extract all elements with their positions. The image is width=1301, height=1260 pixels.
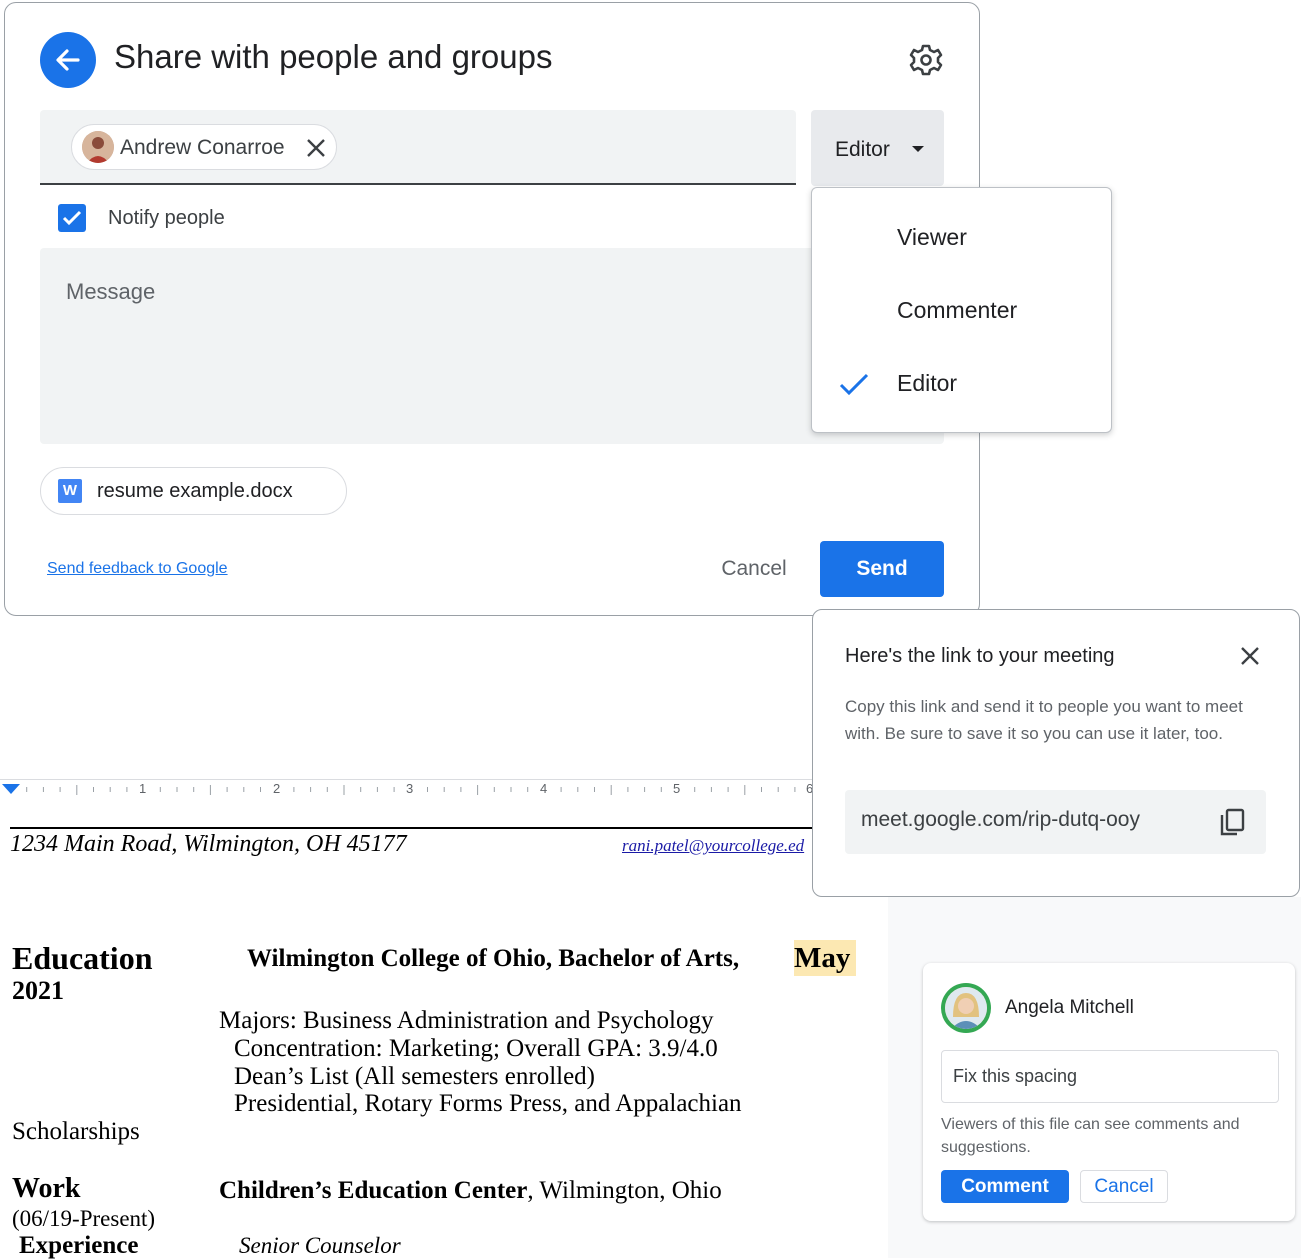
- work-organization: Children’s Education Center, Wilmington,…: [219, 1177, 722, 1205]
- checkmark-icon: [62, 210, 82, 226]
- doc-address: 1234 Main Road, Wilmington, OH 45177: [10, 831, 407, 857]
- menu-item-editor[interactable]: Editor: [897, 370, 957, 397]
- education-school: Wilmington College of Ohio, Bachelor of …: [247, 945, 740, 972]
- notify-people-checkbox[interactable]: [58, 204, 86, 232]
- copy-icon[interactable]: [1218, 806, 1248, 838]
- meeting-link-text: meet.google.com/rip-dutq-ooy: [861, 808, 1140, 831]
- selected-check-icon: [838, 370, 870, 398]
- recipient-avatar: [82, 131, 114, 163]
- highlighted-comment-text[interactable]: May: [794, 940, 856, 976]
- indent-marker-icon[interactable]: [2, 784, 20, 794]
- menu-item-commenter[interactable]: Commenter: [897, 297, 1017, 324]
- education-line: Concentration: Marketing; Overall GPA: 3…: [234, 1035, 718, 1062]
- work-org-name: Children’s Education Center: [219, 1177, 528, 1204]
- meeting-popup-body: Copy this link and send it to people you…: [845, 697, 1243, 743]
- dialog-title: Share with people and groups: [114, 38, 553, 75]
- doc-email-link[interactable]: rani.patel@yourcollege.ed: [622, 836, 804, 856]
- arrow-back-icon: [56, 49, 80, 71]
- ruler-number: 1: [139, 781, 147, 796]
- education-year: 2021: [12, 976, 64, 1005]
- message-placeholder: Message: [66, 279, 156, 304]
- settings-gear-icon[interactable]: [906, 40, 946, 80]
- send-button[interactable]: Send: [820, 541, 944, 597]
- ruler-number: 3: [406, 781, 414, 796]
- comment-cancel-button[interactable]: Cancel: [1080, 1170, 1168, 1203]
- ruler-number: 5: [673, 781, 681, 796]
- attachment-name: resume example.docx: [97, 480, 293, 502]
- work-org-location: , Wilmington, Ohio: [527, 1177, 722, 1204]
- notify-people-label: Notify people: [108, 207, 225, 229]
- education-line: Scholarships: [12, 1118, 140, 1145]
- ruler-number: 4: [540, 781, 548, 796]
- menu-item-viewer[interactable]: Viewer: [897, 224, 967, 251]
- education-line: Presidential, Rotary Forms Press, and Ap…: [234, 1090, 742, 1117]
- experience-heading: Experience: [19, 1232, 139, 1259]
- recipient-name: Andrew Conarroe: [120, 136, 285, 159]
- ruler-number: 2: [273, 781, 281, 796]
- close-icon[interactable]: [1238, 644, 1262, 668]
- work-heading: Work: [12, 1173, 81, 1204]
- commenter-name: Angela Mitchell: [1005, 997, 1134, 1018]
- commenter-photo: [945, 987, 987, 1029]
- caret-down-icon: [912, 146, 924, 152]
- word-document-icon: W: [58, 479, 82, 503]
- education-heading: Education: [12, 940, 153, 976]
- comment-submit-button[interactable]: Comment: [941, 1170, 1069, 1203]
- comment-input-value: Fix this spacing: [953, 1066, 1078, 1086]
- comment-visibility-note: Viewers of this file can see comments an…: [941, 1116, 1240, 1156]
- cancel-button[interactable]: Cancel: [700, 548, 808, 592]
- back-button[interactable]: [40, 32, 96, 88]
- role-dropdown-label: Editor: [835, 138, 890, 161]
- work-role: Senior Counselor: [239, 1233, 401, 1258]
- remove-recipient-close-icon[interactable]: [305, 137, 327, 159]
- header-divider: [10, 827, 812, 829]
- message-textarea[interactable]: [40, 248, 944, 444]
- send-feedback-link[interactable]: Send feedback to Google: [47, 560, 228, 578]
- work-dates: (06/19-Present): [12, 1206, 156, 1231]
- education-line: Dean’s List (All semesters enrolled): [234, 1063, 596, 1090]
- meeting-popup-title: Here's the link to your meeting: [845, 645, 1115, 667]
- education-line: Majors: Business Administration and Psyc…: [219, 1007, 714, 1034]
